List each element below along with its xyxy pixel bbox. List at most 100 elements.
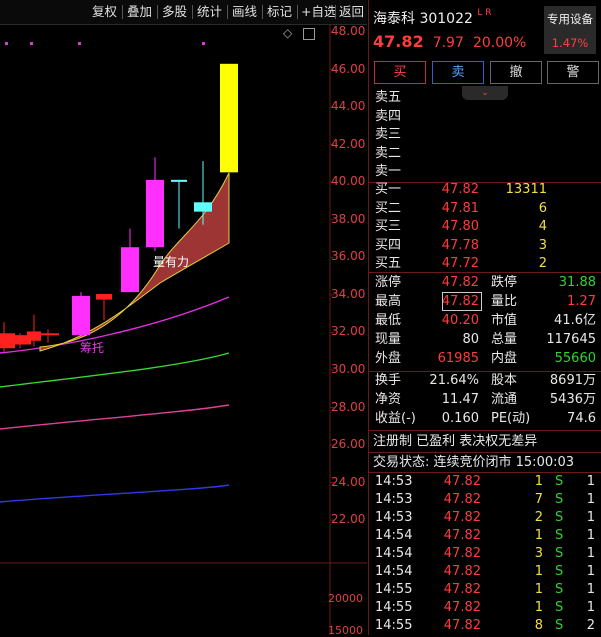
tick-volume: 7: [534, 492, 543, 507]
buy-button[interactable]: 买: [374, 61, 426, 84]
quote-panel: 海泰科 301022 L R 专用设备 1.47% 47.82 7.97 20.…: [368, 0, 601, 635]
ask-volume: [499, 145, 547, 163]
bid-volume: 4: [538, 219, 547, 235]
stat-label: 市值: [491, 313, 518, 328]
bid-volume: 6: [538, 200, 547, 216]
tick-side: S: [555, 474, 564, 489]
bid-level-label: 买五: [375, 256, 402, 272]
tick-price: 47.82: [443, 510, 481, 525]
price-tick-label: 42.00: [331, 136, 366, 151]
tick-volume: 1: [534, 528, 543, 543]
volume-strong-label: 量有力: [153, 255, 190, 269]
candle-body: [37, 333, 59, 336]
add-watchlist-button[interactable]: +自选: [298, 3, 339, 21]
stat-label: 最高: [375, 294, 402, 309]
stat-value: 74.6: [567, 411, 596, 426]
alert-button[interactable]: 警: [547, 61, 599, 84]
multi-stock-button[interactable]: 多股: [159, 3, 190, 21]
ask-level-label: 卖二: [375, 145, 402, 161]
tick-side: S: [555, 564, 564, 579]
stat-value: 117645: [546, 332, 596, 347]
stat-value: 8691万: [549, 373, 596, 388]
stat-value: 0.160: [441, 411, 479, 426]
listing-notice: 注册制 已盈利 表决权无差异: [373, 434, 538, 449]
kline-chart[interactable]: ◇ 量有力 筹托 48.00 46.00 44.00 42.00 40.00 38.00 3…: [0, 24, 367, 637]
tick-side: S: [555, 492, 564, 507]
tick-time: 14:53: [375, 474, 413, 489]
restore-rights-button[interactable]: 复权: [89, 3, 120, 21]
tick-side: S: [555, 600, 564, 615]
tick-count: 1: [586, 528, 595, 543]
tick-count: 1: [586, 600, 595, 615]
tick-count: 1: [586, 474, 595, 489]
divider: [369, 452, 601, 453]
candle-body: [220, 63, 238, 173]
tick-side: S: [555, 618, 564, 633]
tick-count: 1: [586, 492, 595, 507]
signal-dot: [30, 42, 33, 45]
trade-status: 交易状态: 连续竞价闭市 15:00:03: [373, 455, 575, 470]
kline-svg[interactable]: [0, 25, 367, 635]
tick-volume: 1: [534, 582, 543, 597]
ask-volume: [499, 163, 547, 181]
stat-label: 现量: [375, 332, 402, 347]
draw-line-button[interactable]: 画线: [229, 3, 260, 21]
toolbar-divider: [262, 5, 263, 19]
toolbar-divider: [227, 5, 228, 19]
tick-time: 14:54: [375, 564, 413, 579]
overlay-button[interactable]: 叠加: [124, 3, 155, 21]
mark-button[interactable]: 标记: [264, 3, 295, 21]
back-button[interactable]: 返回: [336, 3, 367, 21]
ask-volume: [499, 89, 547, 107]
stat-value: 31.88: [558, 275, 596, 290]
stat-label: 总量: [491, 332, 518, 347]
cancel-order-button[interactable]: 撤: [490, 61, 542, 84]
price-tick-label: 44.00: [331, 99, 366, 114]
divider: [369, 182, 601, 183]
ask-volume: [499, 108, 547, 126]
tick-time: 14:54: [375, 546, 413, 561]
price-tick-label: 26.00: [331, 437, 366, 452]
bid-level-label: 买一: [375, 182, 402, 197]
divider: [369, 272, 601, 273]
candle-body: [194, 202, 212, 212]
bid-volume: 3: [538, 237, 547, 253]
bid-level-label: 买四: [375, 237, 402, 253]
expand-icon[interactable]: [303, 28, 315, 40]
signal-dot: [202, 42, 205, 45]
ask-level-label: 卖三: [375, 127, 402, 143]
bid-level-label: 买三: [375, 219, 402, 235]
candle-body: [96, 294, 112, 300]
diamond-icon[interactable]: ◇: [283, 26, 292, 40]
tick-count: 1: [586, 510, 595, 525]
bid-level-label: 买二: [375, 200, 402, 216]
bid-volume: 2: [538, 256, 547, 272]
price-tick-label: 32.00: [331, 324, 366, 339]
stat-label: 外盘: [375, 351, 402, 366]
sell-button[interactable]: 卖: [432, 61, 484, 84]
ask-price: [429, 108, 479, 126]
tick-volume: 8: [534, 618, 543, 633]
ask-price: [429, 126, 479, 144]
price-tick-label: 30.00: [331, 361, 366, 376]
tick-count: 1: [586, 582, 595, 597]
candle-body: [171, 179, 187, 182]
candle-body: [72, 295, 90, 336]
tick-count: 1: [586, 564, 595, 579]
bid-price: 47.82: [441, 182, 479, 197]
statistics-button[interactable]: 统计: [194, 3, 225, 21]
price-tick-label: 34.00: [331, 286, 366, 301]
ask-price: [429, 163, 479, 181]
price-change: 7.97: [432, 35, 464, 51]
stat-label: 收益(-): [375, 411, 416, 426]
sector-box[interactable]: 专用设备 1.47%: [544, 6, 596, 54]
stat-label: 流通: [491, 392, 518, 407]
stat-value: 41.6亿: [554, 313, 596, 328]
stock-tags: L R: [477, 8, 492, 18]
bid-price: 47.81: [441, 200, 479, 216]
price-change-pct: 20.00%: [472, 35, 527, 51]
stat-label: 跌停: [491, 275, 518, 290]
volume-tick: 15000: [328, 624, 363, 637]
stat-value: 5436万: [549, 392, 596, 407]
price-tick-label: 22.00: [331, 512, 366, 527]
